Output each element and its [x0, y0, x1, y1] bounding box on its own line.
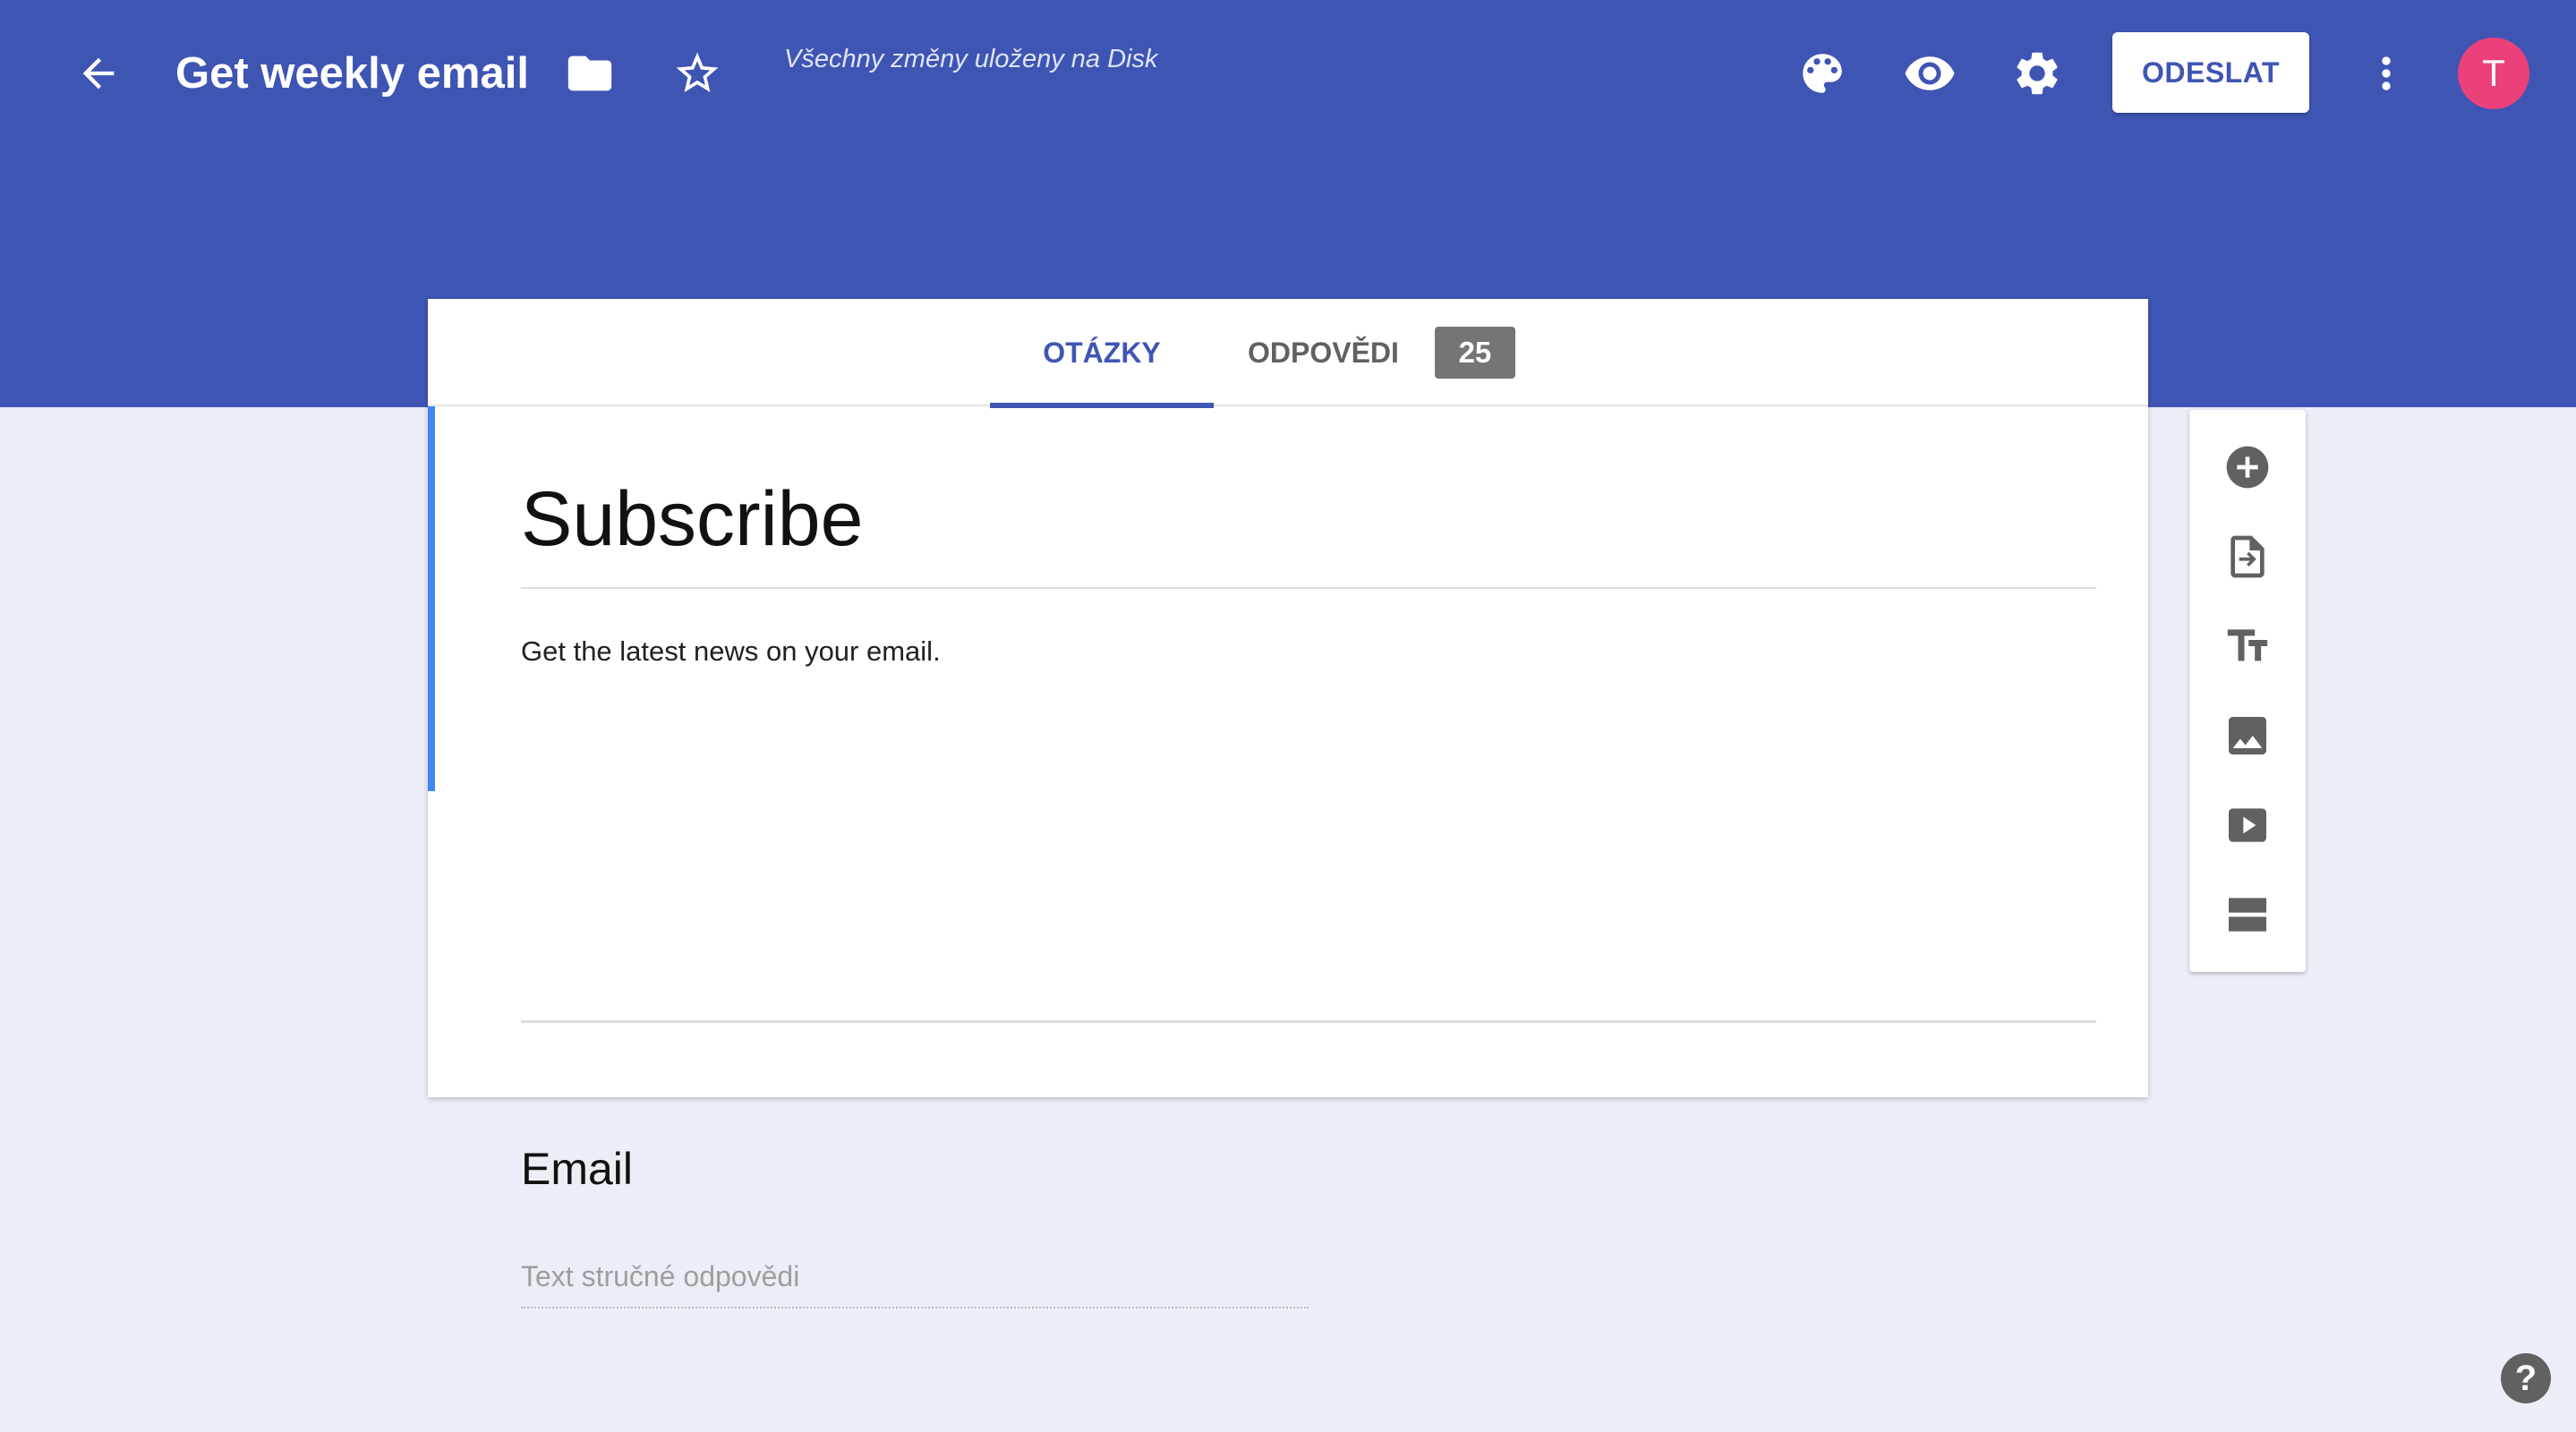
- folder-icon: [567, 55, 612, 91]
- tab-questions[interactable]: OTÁZKY: [990, 299, 1214, 408]
- responses-count-badge: 25: [1434, 327, 1515, 379]
- arrow-back-icon: [82, 57, 115, 90]
- settings-button[interactable]: [2001, 39, 2073, 107]
- form-description-input[interactable]: Get the latest news on your email.: [521, 635, 2096, 703]
- more-options-button[interactable]: [2350, 39, 2422, 107]
- add-video-button[interactable]: [2212, 789, 2283, 861]
- import-question-icon: [2231, 535, 2265, 578]
- add-circle-icon: [2226, 446, 2269, 489]
- form-title[interactable]: Get weekly email: [175, 45, 529, 102]
- title-text-icon: [2227, 629, 2268, 661]
- palette-icon: [1803, 54, 1842, 93]
- send-button[interactable]: ODESLAT: [2112, 32, 2309, 113]
- add-question-button[interactable]: [2212, 431, 2283, 503]
- top-app-bar: Get weekly email Všechny změny uloženy n…: [0, 0, 2576, 145]
- active-section-indicator: [428, 406, 435, 791]
- tab-questions-label: OTÁZKY: [1043, 336, 1161, 369]
- eye-icon: [1905, 56, 1955, 90]
- theme-button[interactable]: [1787, 39, 1858, 107]
- add-section-button[interactable]: [2212, 879, 2283, 950]
- tab-responses[interactable]: ODPOVĚDI 25: [1233, 299, 1609, 406]
- help-button[interactable]: ?: [2501, 1353, 2551, 1403]
- section-icon: [2229, 898, 2266, 932]
- video-icon: [2229, 808, 2266, 842]
- gear-icon: [2017, 52, 2058, 95]
- star-outline-icon: [676, 52, 719, 92]
- add-title-button[interactable]: [2212, 610, 2283, 682]
- avatar[interactable]: T: [2458, 38, 2529, 109]
- preview-button[interactable]: [1894, 39, 1966, 107]
- form-title-input[interactable]: Subscribe: [521, 474, 2096, 589]
- form-card: OTÁZKY ODPOVĚDI 25 Subscribe Get the lat…: [428, 299, 2148, 1308]
- more-vert-icon: [2382, 56, 2391, 90]
- tab-responses-label: ODPOVĚDI: [1248, 336, 1399, 369]
- back-button[interactable]: [63, 41, 134, 106]
- question-toolbar: [2189, 410, 2306, 972]
- description-underline: [521, 1020, 2096, 1023]
- image-icon: [2229, 717, 2266, 754]
- tab-bar: OTÁZKY ODPOVĚDI 25: [428, 299, 2148, 408]
- star-button[interactable]: [662, 41, 732, 106]
- add-image-button[interactable]: [2212, 700, 2283, 771]
- import-questions-button[interactable]: [2212, 521, 2283, 592]
- form-description-text: Get the latest news on your email.: [521, 635, 941, 667]
- move-to-folder-button[interactable]: [555, 41, 625, 106]
- question-title[interactable]: Email: [521, 1140, 633, 1198]
- short-answer-field: Text stručné odpovědi: [521, 1257, 1309, 1308]
- save-status: Všechny změny uloženy na Disk: [784, 45, 1158, 73]
